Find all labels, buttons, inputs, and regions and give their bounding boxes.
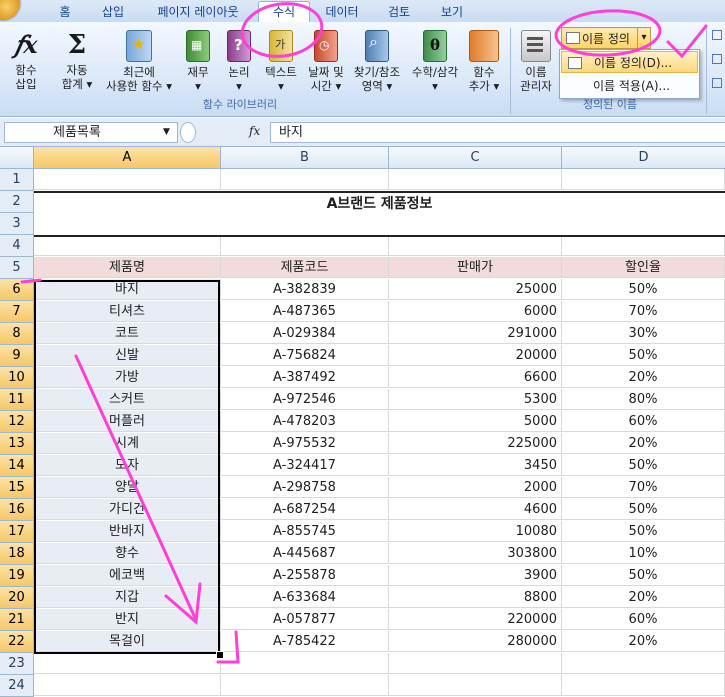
checkmark-annotation bbox=[666, 24, 708, 59]
bracket-bottom-annotation bbox=[216, 630, 240, 664]
highlight-circle-formulas-tab bbox=[240, 2, 324, 58]
arrow-shaft-annotation bbox=[74, 354, 198, 622]
bracket-top-annotation bbox=[20, 278, 42, 284]
highlight-circle-define-name bbox=[554, 9, 662, 57]
annotation-overlay bbox=[20, 2, 708, 664]
